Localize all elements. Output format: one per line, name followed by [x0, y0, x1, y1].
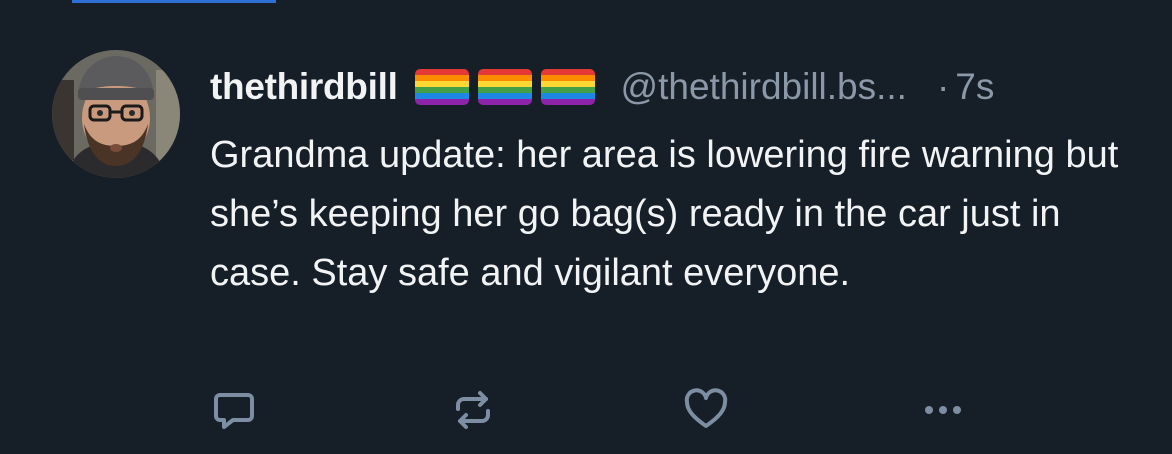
post-timestamp[interactable]: 7s: [955, 66, 994, 108]
author-display-name[interactable]: thethirdbill: [210, 66, 398, 108]
more-options-button[interactable]: [919, 386, 967, 434]
post-card[interactable]: thethirdbill @thethirdbill.bs... · 7s Gr…: [0, 0, 1172, 454]
meta-separator: ·: [936, 66, 950, 107]
post-actions: [210, 386, 990, 436]
rainbow-flag-icon: [477, 69, 532, 105]
rainbow-flag-icon: [540, 69, 595, 105]
reply-button[interactable]: [210, 386, 258, 434]
more-options-icon: [920, 387, 966, 433]
reply-icon: [211, 387, 257, 433]
like-button[interactable]: [682, 386, 730, 434]
avatar[interactable]: [52, 50, 180, 178]
heart-icon: [683, 387, 729, 433]
post-text: Grandma update: her area is lowering fir…: [210, 134, 1119, 294]
repost-icon: [450, 387, 496, 433]
author-flags: [414, 69, 595, 105]
author-handle[interactable]: @thethirdbill.bs...: [621, 66, 907, 108]
post-header: thethirdbill @thethirdbill.bs... · 7s: [210, 62, 994, 112]
repost-button[interactable]: [449, 386, 497, 434]
rainbow-flag-icon: [414, 69, 469, 105]
